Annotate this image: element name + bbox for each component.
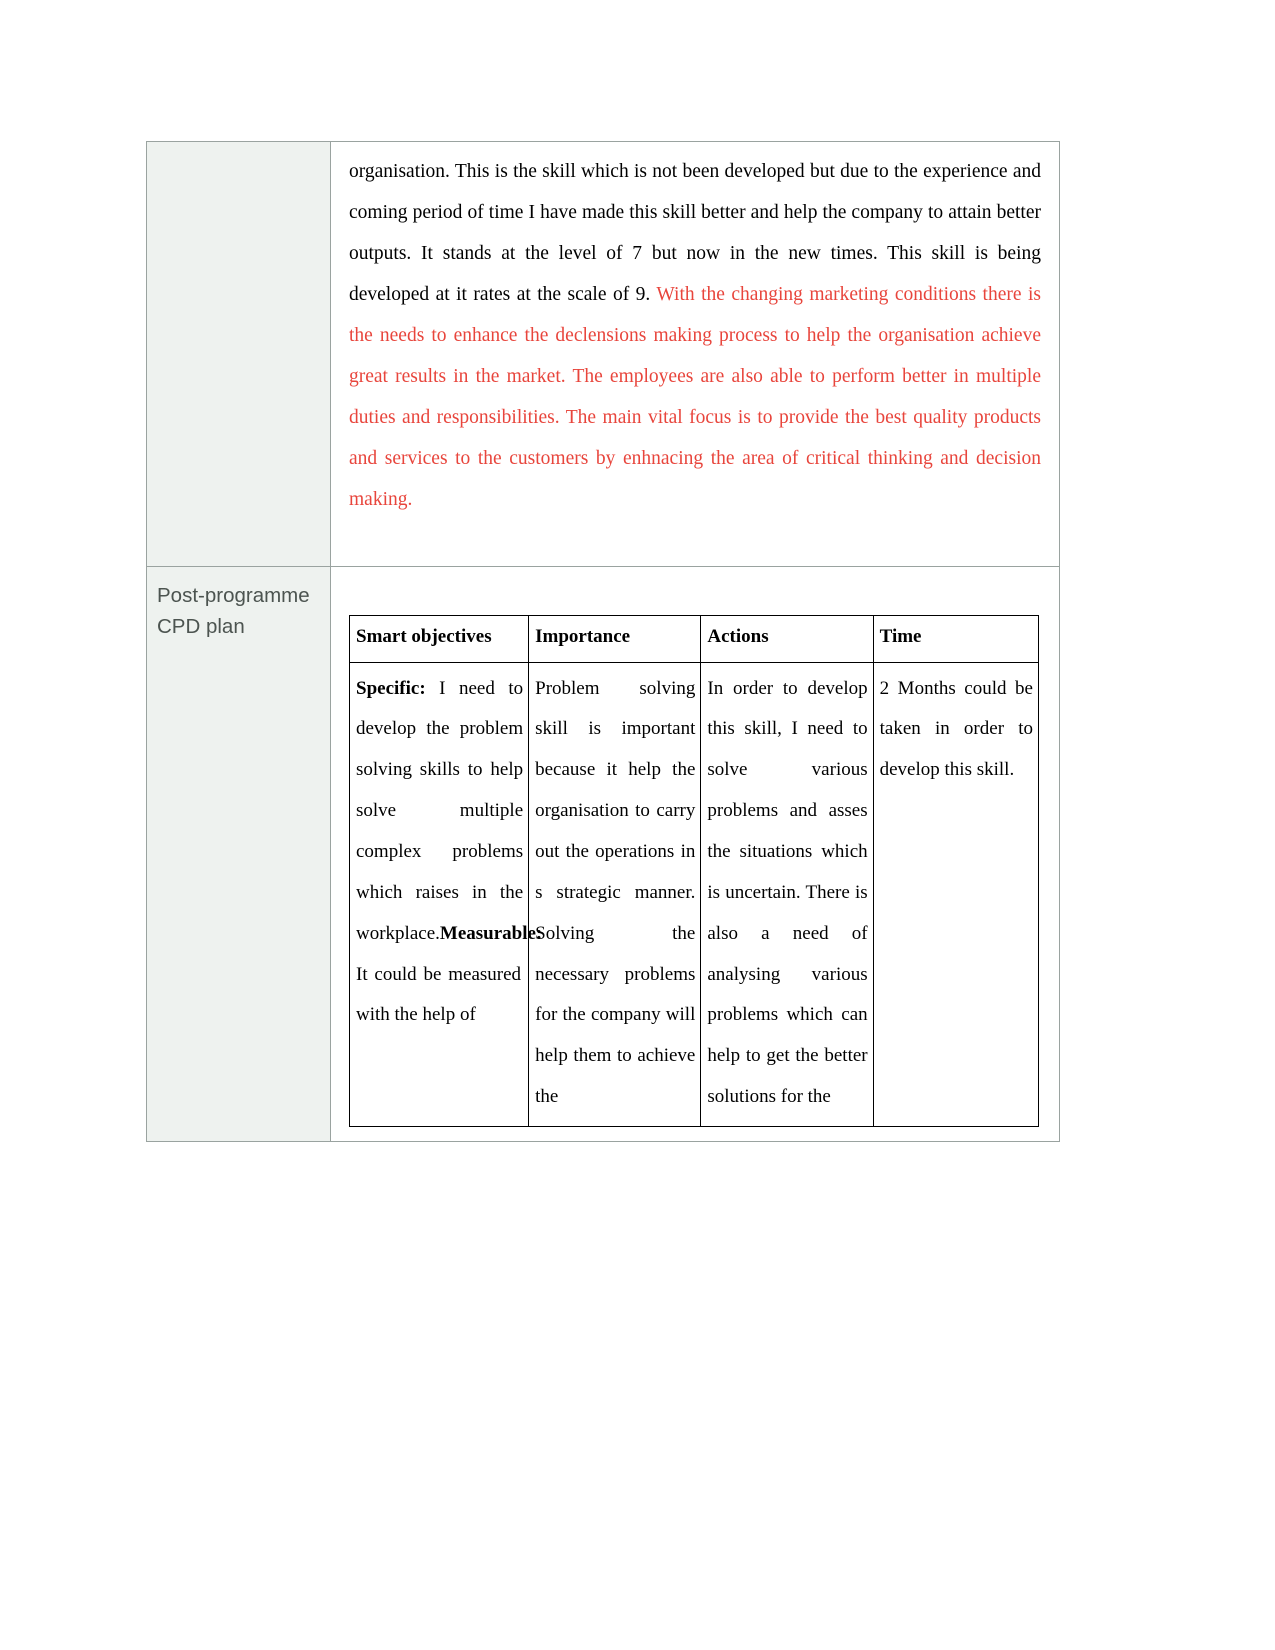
cpd-table-wrapper: Smart objectives Importance Actions Time… bbox=[345, 577, 1045, 1127]
table-row-continuation: organisation. This is the skill which is… bbox=[146, 141, 1060, 567]
body-paragraph: organisation. This is the skill which is… bbox=[345, 152, 1045, 520]
document-page: organisation. This is the skill which is… bbox=[0, 0, 1275, 1650]
cell-smart-objectives: Specific: I need to develop the problem … bbox=[348, 661, 542, 1127]
row-label-empty bbox=[146, 141, 331, 567]
cpd-plan-table: Smart objectives Importance Actions Time… bbox=[348, 615, 1040, 1127]
column-header-actions: Actions bbox=[700, 615, 874, 663]
table-row-post-programme: Post-programme CPD plan Smart objectives… bbox=[146, 566, 1060, 1142]
body-paragraph-red: With the changing marketing conditions t… bbox=[349, 283, 1042, 510]
column-header-importance: Importance bbox=[528, 615, 702, 663]
outer-document-table: organisation. This is the skill which is… bbox=[146, 141, 1060, 1142]
smart-objectives-specific-label: Specific: bbox=[356, 677, 426, 699]
cpd-table-header-row: Smart objectives Importance Actions Time bbox=[348, 615, 1040, 663]
table-row: Specific: I need to develop the problem … bbox=[348, 661, 1040, 1127]
row-label-post-programme-cpd-plan: Post-programme CPD plan bbox=[146, 566, 331, 1142]
cell-importance: Problem solving skill is important becau… bbox=[528, 661, 702, 1127]
column-header-time: Time bbox=[872, 615, 1040, 663]
column-header-smart-objectives: Smart objectives bbox=[348, 615, 530, 663]
smart-objectives-measurable-label: Measurable: bbox=[439, 922, 543, 944]
smart-objectives-specific-text: I need to develop the problem solving sk… bbox=[356, 677, 524, 944]
cell-actions: In order to develop this skill, I need t… bbox=[700, 661, 874, 1127]
cpd-plan-cell: Smart objectives Importance Actions Time… bbox=[330, 566, 1060, 1142]
body-paragraph-cell: organisation. This is the skill which is… bbox=[330, 141, 1060, 567]
smart-objectives-specific: Specific: I need to develop the problem … bbox=[356, 669, 542, 1037]
cell-time: 2 Months could be taken in order to deve… bbox=[872, 661, 1040, 1127]
smart-objectives-measurable-text: It could be measured with the help of bbox=[356, 963, 522, 1026]
